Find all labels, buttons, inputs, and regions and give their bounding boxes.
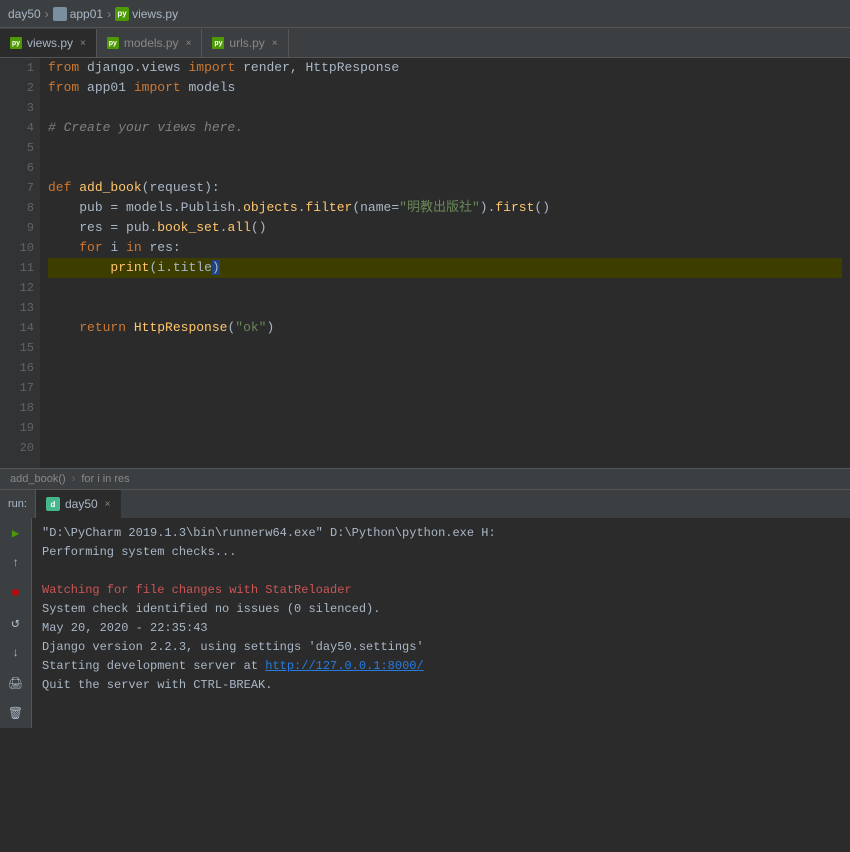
ln-5: 5 <box>6 138 34 158</box>
code-line-2: from app01 import models <box>48 78 842 98</box>
ln-20: 20 <box>6 438 34 458</box>
run-trash-button[interactable]: 🗑 <box>5 702 27 724</box>
breadcrumb-project: day50 <box>8 7 41 21</box>
status-location: for i in res <box>81 473 129 485</box>
ln-14: 14 <box>6 318 34 338</box>
run-tab-day50[interactable]: d day50 × <box>36 490 121 518</box>
run-panel: run: d day50 × ▶ ↑ ■ ↺ ↓ 🖨 🗑 "D:\PyCharm… <box>0 490 850 728</box>
ln-16: 16 <box>6 358 34 378</box>
tab-urls-icon: py <box>212 37 224 49</box>
tab-urls-close[interactable]: × <box>272 38 278 49</box>
code-line-8: pub = models.Publish.objects.filter(name… <box>48 198 842 218</box>
module-label: app01 <box>70 7 103 21</box>
py-file-icon: py <box>115 7 129 21</box>
run-tab-close[interactable]: × <box>105 499 111 510</box>
code-line-18 <box>48 398 842 418</box>
code-line-1: from django.views import render, HttpRes… <box>48 58 842 78</box>
ln-8: 8 <box>6 198 34 218</box>
run-output: "D:\PyCharm 2019.1.3\bin\runnerw64.exe" … <box>32 518 850 728</box>
output-line-2: Performing system checks... <box>42 543 840 562</box>
project-label: day50 <box>8 7 41 21</box>
tab-bar: py views.py × py models.py × py urls.py … <box>0 28 850 58</box>
output-line-7: Django version 2.2.3, using settings 'da… <box>42 638 840 657</box>
editor-area: 1 2 3 4 5 6 7 8 9 10 11 12 13 14 15 16 1… <box>0 58 850 468</box>
run-tab-label: day50 <box>65 497 98 511</box>
ln-12: 12 <box>6 278 34 298</box>
ln-7: 7 <box>6 178 34 198</box>
output-line-6: May 20, 2020 - 22:35:43 <box>42 619 840 638</box>
ln-18: 18 <box>6 398 34 418</box>
code-line-5 <box>48 138 842 158</box>
code-line-13 <box>48 298 842 318</box>
ln-13: 13 <box>6 298 34 318</box>
code-line-16 <box>48 358 842 378</box>
folder-icon <box>53 7 67 21</box>
output-line-1: "D:\PyCharm 2019.1.3\bin\runnerw64.exe" … <box>42 524 840 543</box>
ln-6: 6 <box>6 158 34 178</box>
code-line-4: # Create your views here. <box>48 118 842 138</box>
tab-views-label: views.py <box>27 36 73 50</box>
code-line-6 <box>48 158 842 178</box>
django-icon: d <box>46 497 60 511</box>
code-editor[interactable]: from django.views import render, HttpRes… <box>40 58 850 468</box>
ln-1: 1 <box>6 58 34 78</box>
ln-2: 2 <box>6 78 34 98</box>
ln-11: 11 <box>6 258 34 278</box>
run-stop-button[interactable]: ■ <box>5 582 27 604</box>
breadcrumb-status-bar: add_book() › for i in res <box>0 468 850 490</box>
output-line-8: Starting development server at http://12… <box>42 657 840 676</box>
code-line-12 <box>48 278 842 298</box>
tab-views[interactable]: py views.py × <box>0 29 97 57</box>
code-line-14: return HttpResponse("ok") <box>48 318 842 338</box>
status-func: add_book() <box>10 473 66 485</box>
code-line-7: def add_book(request): <box>48 178 842 198</box>
run-label: run: <box>0 490 36 518</box>
tab-urls-label: urls.py <box>229 36 264 50</box>
run-body: ▶ ↑ ■ ↺ ↓ 🖨 🗑 "D:\PyCharm 2019.1.3\bin\r… <box>0 518 850 728</box>
run-sidebar: ▶ ↑ ■ ↺ ↓ 🖨 🗑 <box>0 518 32 728</box>
run-play-button[interactable]: ▶ <box>5 522 27 544</box>
run-tab-bar: run: d day50 × <box>0 490 850 518</box>
code-line-9: res = pub.book_set.all() <box>48 218 842 238</box>
run-scroll-down-button[interactable]: ↓ <box>5 642 27 664</box>
tab-urls[interactable]: py urls.py × <box>202 29 288 57</box>
tab-models-close[interactable]: × <box>186 38 192 49</box>
breadcrumb-module: app01 <box>53 7 103 21</box>
code-line-10: for i in res: <box>48 238 842 258</box>
ln-9: 9 <box>6 218 34 238</box>
tab-models-icon: py <box>107 37 119 49</box>
ln-10: 10 <box>6 238 34 258</box>
ln-4: 4 <box>6 118 34 138</box>
ln-19: 19 <box>6 418 34 438</box>
code-line-20 <box>48 438 842 458</box>
code-line-11: print(i.title) <box>48 258 842 278</box>
output-line-5: System check identified no issues (0 sil… <box>42 600 840 619</box>
tab-models[interactable]: py models.py × <box>97 29 203 57</box>
breadcrumb-file: py views.py <box>115 7 178 21</box>
ln-15: 15 <box>6 338 34 358</box>
title-bar: day50 › app01 › py views.py <box>0 0 850 28</box>
sep1: › <box>45 7 49 21</box>
run-print-button[interactable]: 🖨 <box>5 672 27 694</box>
code-line-15 <box>48 338 842 358</box>
code-line-3 <box>48 98 842 118</box>
file-label: views.py <box>132 7 178 21</box>
tab-views-icon: py <box>10 37 22 49</box>
ln-3: 3 <box>6 98 34 118</box>
ln-17: 17 <box>6 378 34 398</box>
line-numbers: 1 2 3 4 5 6 7 8 9 10 11 12 13 14 15 16 1… <box>0 58 40 468</box>
sep2: › <box>107 7 111 21</box>
run-rerun-button[interactable]: ↺ <box>5 612 27 634</box>
status-sep: › <box>72 473 76 485</box>
breadcrumb: day50 › app01 › py views.py <box>8 7 178 21</box>
output-line-9: Quit the server with CTRL-BREAK. <box>42 676 840 695</box>
output-line-4: Watching for file changes with StatReloa… <box>42 581 840 600</box>
output-line-3 <box>42 562 840 581</box>
code-line-17 <box>48 378 842 398</box>
tab-views-close[interactable]: × <box>80 38 86 49</box>
code-line-19 <box>48 418 842 438</box>
server-url-link[interactable]: http://127.0.0.1:8000/ <box>265 659 423 673</box>
run-scroll-up-button[interactable]: ↑ <box>5 552 27 574</box>
tab-models-label: models.py <box>124 36 179 50</box>
